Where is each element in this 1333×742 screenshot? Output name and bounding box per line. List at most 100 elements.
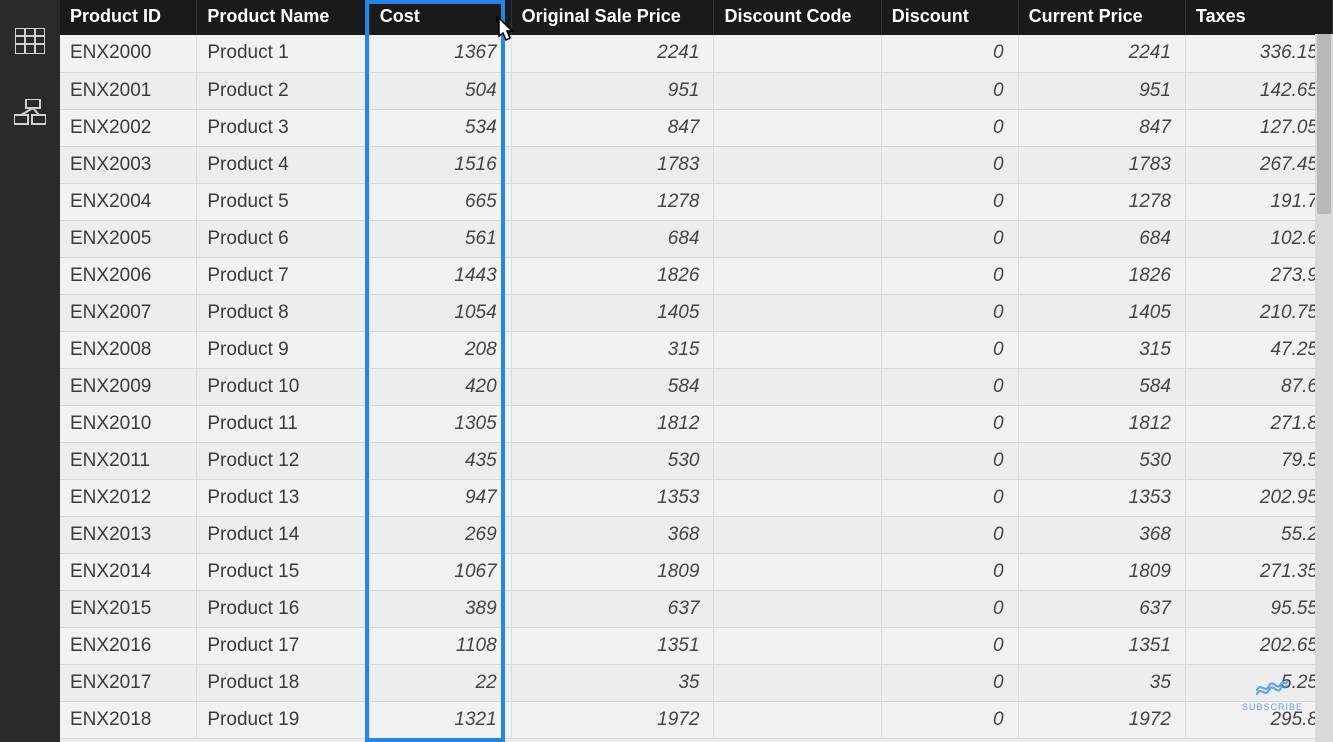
cell-current_price[interactable]: 637 [1018,590,1185,627]
cell-orig_price[interactable]: 1351 [511,627,714,664]
cell-cost[interactable]: 208 [369,331,511,368]
cell-taxes[interactable]: 127.05 [1185,109,1332,146]
table-row[interactable]: ENX2014Product 151067180901809271.35 [60,553,1333,590]
cell-cost[interactable]: 389 [369,590,511,627]
cell-current_price[interactable]: 1783 [1018,146,1185,183]
cell-product_name[interactable]: Product 17 [197,627,369,664]
table-row[interactable]: ENX2008Product 9208315031547.25 [60,331,1333,368]
table-row[interactable]: ENX2009Product 10420584058487.6 [60,368,1333,405]
cell-cost[interactable]: 947 [369,479,511,516]
cell-product_name[interactable]: Product 15 [197,553,369,590]
cell-product_id[interactable]: ENX2017 [60,664,197,701]
cell-product_id[interactable]: ENX2003 [60,146,197,183]
cell-discount_code[interactable] [714,146,881,183]
cell-orig_price[interactable]: 530 [511,442,714,479]
cell-product_id[interactable]: ENX2004 [60,183,197,220]
cell-discount_code[interactable] [714,479,881,516]
table-row[interactable]: ENX2005Product 65616840684102.6 [60,220,1333,257]
cell-discount[interactable]: 0 [881,664,1018,701]
cell-discount_code[interactable] [714,294,881,331]
column-header-orig_price[interactable]: Original Sale Price [511,0,714,35]
cell-orig_price[interactable]: 1278 [511,183,714,220]
cell-discount[interactable]: 0 [881,257,1018,294]
cell-discount[interactable]: 0 [881,516,1018,553]
table-row[interactable]: ENX2006Product 71443182601826273.9 [60,257,1333,294]
cell-cost[interactable]: 561 [369,220,511,257]
vertical-scrollbar-thumb[interactable] [1317,34,1331,214]
cell-product_name[interactable]: Product 16 [197,590,369,627]
cell-product_id[interactable]: ENX2000 [60,35,197,72]
cell-product_id[interactable]: ENX2001 [60,72,197,109]
cell-discount[interactable]: 0 [881,109,1018,146]
cell-cost[interactable]: 1443 [369,257,511,294]
cell-orig_price[interactable]: 1826 [511,257,714,294]
table-header-row[interactable]: Product IDProduct NameCostOriginal Sale … [60,0,1333,35]
cell-cost[interactable]: 1054 [369,294,511,331]
table-row[interactable]: ENX2010Product 111305181201812271.8 [60,405,1333,442]
cell-product_id[interactable]: ENX2013 [60,516,197,553]
cell-current_price[interactable]: 1812 [1018,405,1185,442]
cell-orig_price[interactable]: 584 [511,368,714,405]
cell-taxes[interactable]: 79.5 [1185,442,1332,479]
cell-product_id[interactable]: ENX2018 [60,701,197,738]
cell-current_price[interactable]: 684 [1018,220,1185,257]
cell-product_id[interactable]: ENX2011 [60,442,197,479]
cell-product_name[interactable]: Product 9 [197,331,369,368]
cell-cost[interactable]: 1367 [369,35,511,72]
cell-product_id[interactable]: ENX2016 [60,627,197,664]
cell-taxes[interactable]: 202.65 [1185,627,1332,664]
cell-taxes[interactable]: 336.15 [1185,35,1332,72]
cell-taxes[interactable]: 267.45 [1185,146,1332,183]
cell-discount_code[interactable] [714,183,881,220]
cell-discount[interactable]: 0 [881,479,1018,516]
cell-orig_price[interactable]: 35 [511,664,714,701]
table-row[interactable]: ENX2004Product 5665127801278191.7 [60,183,1333,220]
cell-product_name[interactable]: Product 13 [197,479,369,516]
cell-discount_code[interactable] [714,664,881,701]
column-header-product_name[interactable]: Product Name [197,0,369,35]
table-row[interactable]: ENX2001Product 25049510951142.65 [60,72,1333,109]
table-row[interactable]: ENX2002Product 35348470847127.05 [60,109,1333,146]
cell-current_price[interactable]: 2241 [1018,35,1185,72]
cell-current_price[interactable]: 1353 [1018,479,1185,516]
cell-product_name[interactable]: Product 6 [197,220,369,257]
cell-cost[interactable]: 504 [369,72,511,109]
cell-current_price[interactable]: 1809 [1018,553,1185,590]
table-row[interactable]: ENX2012Product 13947135301353202.95 [60,479,1333,516]
cell-discount[interactable]: 0 [881,442,1018,479]
cell-taxes[interactable]: 102.6 [1185,220,1332,257]
cell-discount_code[interactable] [714,331,881,368]
cell-discount[interactable]: 0 [881,146,1018,183]
cell-discount_code[interactable] [714,257,881,294]
cell-product_name[interactable]: Product 18 [197,664,369,701]
cell-cost[interactable]: 534 [369,109,511,146]
cell-product_id[interactable]: ENX2010 [60,405,197,442]
cell-discount_code[interactable] [714,516,881,553]
data-grid[interactable]: Product IDProduct NameCostOriginal Sale … [60,0,1333,739]
cell-discount[interactable]: 0 [881,627,1018,664]
cell-product_name[interactable]: Product 8 [197,294,369,331]
cell-orig_price[interactable]: 684 [511,220,714,257]
cell-product_name[interactable]: Product 7 [197,257,369,294]
cell-product_id[interactable]: ENX2014 [60,553,197,590]
cell-taxes[interactable]: 55.2 [1185,516,1332,553]
cell-discount[interactable]: 0 [881,72,1018,109]
cell-orig_price[interactable]: 1405 [511,294,714,331]
cell-discount_code[interactable] [714,109,881,146]
cell-cost[interactable]: 1305 [369,405,511,442]
column-header-discount[interactable]: Discount [881,0,1018,35]
cell-cost[interactable]: 22 [369,664,511,701]
cell-taxes[interactable]: 295.8 [1185,701,1332,738]
cell-discount[interactable]: 0 [881,590,1018,627]
cell-cost[interactable]: 1067 [369,553,511,590]
cell-discount_code[interactable] [714,405,881,442]
cell-discount[interactable]: 0 [881,553,1018,590]
cell-taxes[interactable]: 202.95 [1185,479,1332,516]
cell-orig_price[interactable]: 1972 [511,701,714,738]
cell-cost[interactable]: 1108 [369,627,511,664]
cell-orig_price[interactable]: 368 [511,516,714,553]
cell-discount_code[interactable] [714,368,881,405]
cell-discount_code[interactable] [714,627,881,664]
table-row[interactable]: ENX2013Product 14269368036855.2 [60,516,1333,553]
cell-cost[interactable]: 420 [369,368,511,405]
